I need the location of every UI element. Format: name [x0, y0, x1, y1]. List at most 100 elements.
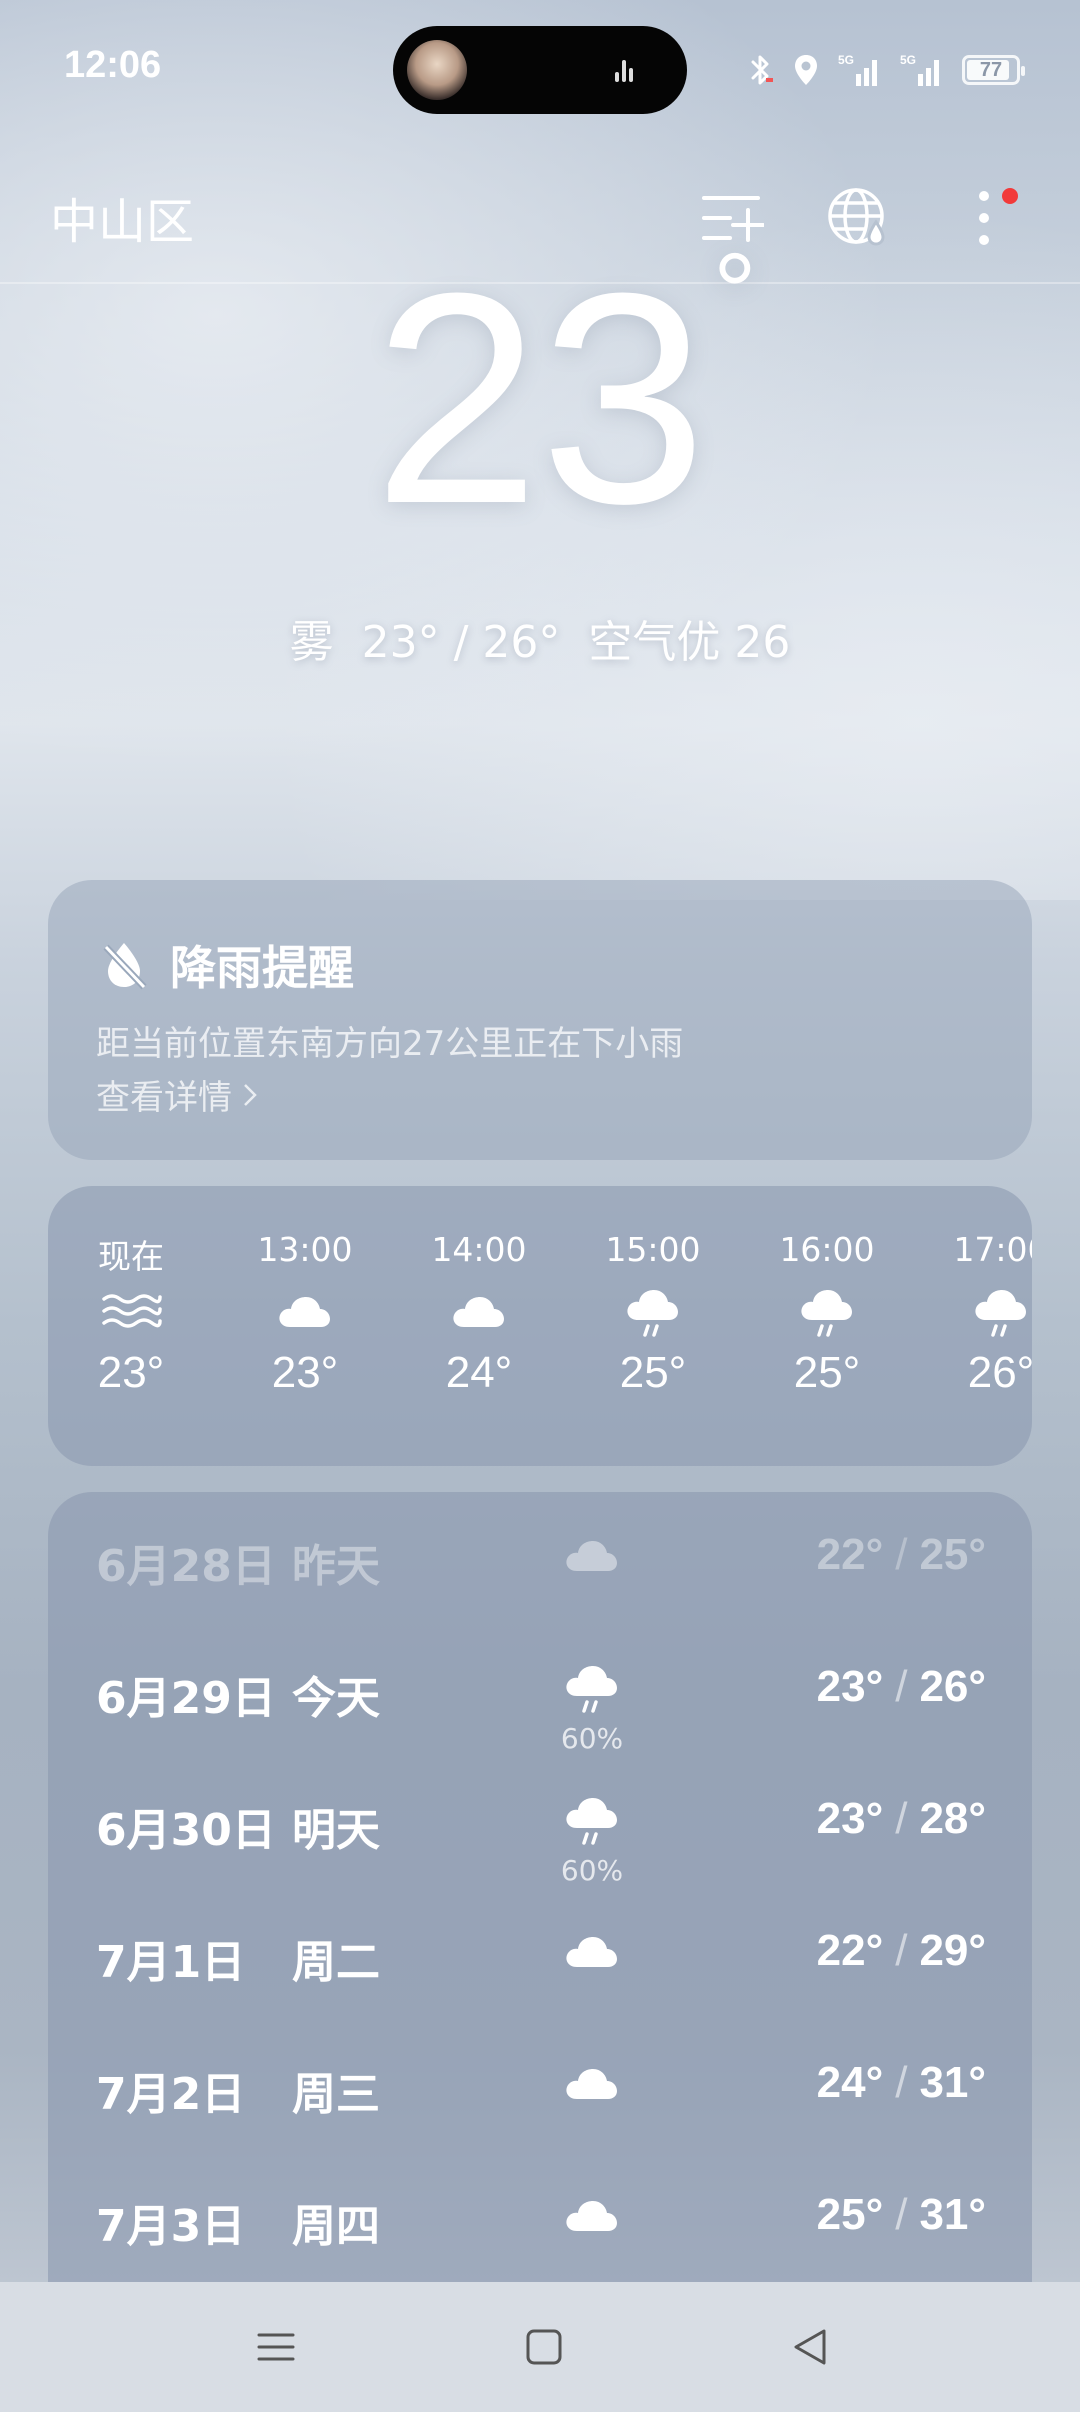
daily-date: 6月29日: [96, 1673, 276, 1724]
light-rain-icon: [752, 1274, 902, 1348]
hourly-forecast-card[interactable]: 现在 23° 13:00 23° 14:00 24° 15:00 25° 16:00 25° 17:…: [48, 1186, 1032, 1466]
current-temperature-value: 23: [373, 230, 707, 566]
temp-low: 23°: [816, 1662, 884, 1711]
light-rain-icon: [552, 1784, 632, 1854]
temp-high: 28°: [919, 1794, 986, 1843]
temp-high: 29°: [919, 1926, 986, 1975]
temp-range: 22°/25°: [817, 1530, 986, 1580]
hourly-temp: 25°: [793, 1348, 861, 1397]
battery-icon: 77: [962, 55, 1025, 85]
home-icon: [526, 2329, 562, 2365]
dynamic-island[interactable]: [393, 26, 687, 114]
cloudy-icon: [552, 2180, 632, 2250]
range-separator: /: [895, 1530, 908, 1579]
cloudy-icon: [230, 1274, 380, 1348]
temp-range: 25°/31°: [817, 2190, 986, 2240]
rain-alert-card[interactable]: 降雨提醒 距当前位置东南方向27公里正在下小雨 查看详情: [48, 880, 1032, 1160]
range-separator: /: [895, 2190, 908, 2239]
view-details-link[interactable]: 查看详情: [96, 1070, 258, 1119]
hourly-time: 14:00: [431, 1230, 527, 1269]
menu-icon: [257, 2333, 295, 2361]
hourly-temp: 23°: [97, 1348, 165, 1397]
battery-level: 77: [979, 58, 1003, 81]
daily-row[interactable]: 6月29日 今天 60% 23°/26°: [48, 1634, 1032, 1755]
current-temperature: 23 °: [0, 238, 1080, 549]
chevron-right-icon: [244, 1083, 257, 1106]
hourly-item: 16:00 25°: [752, 1230, 902, 1398]
view-details-label: 查看详情: [96, 1078, 232, 1118]
hourly-temp: 24°: [445, 1348, 513, 1397]
no-rain-drop-icon: [103, 943, 147, 990]
light-rain-icon: [926, 1274, 1032, 1348]
daily-date: 7月3日: [96, 2201, 246, 2252]
audio-bars-icon: [615, 60, 635, 82]
globe-weather-button[interactable]: [818, 178, 898, 258]
daily-row[interactable]: 7月1日 周二 22°/29°: [48, 1898, 1032, 2018]
daily-row[interactable]: 6月30日 明天 60% 23°/28°: [48, 1766, 1032, 1887]
temp-low: 24°: [816, 2058, 884, 2107]
daily-weekday: 周二: [292, 1937, 380, 1988]
back-button[interactable]: [770, 2312, 850, 2382]
daily-row[interactable]: 7月2日 周三 24°/31°: [48, 2030, 1032, 2150]
hourly-temp: 26°: [967, 1348, 1032, 1397]
rain-alert-description: 距当前位置东南方向27公里正在下小雨: [96, 1024, 684, 1064]
cloudy-icon: [404, 1274, 554, 1348]
cloudy-icon: [552, 1520, 632, 1590]
hourly-item: 15:00 25°: [578, 1230, 728, 1398]
temp-high: 26°: [919, 1662, 986, 1711]
home-button[interactable]: [504, 2312, 584, 2382]
system-navigation-bar: [0, 2282, 1080, 2412]
hourly-time: 15:00: [605, 1230, 701, 1269]
degree-symbol: °: [712, 231, 757, 354]
daily-forecast-card[interactable]: 6月28日 昨天 22°/25° 6月29日 今天 60% 23°/26° 6月30日 明天 60…: [48, 1492, 1032, 2282]
temp-range: 24°/31°: [817, 2058, 986, 2108]
daily-date: 6月28日: [96, 1541, 276, 1592]
bluetooth-icon: [748, 52, 774, 88]
daily-weekday: 周三: [292, 2069, 380, 2120]
hourly-item: 13:00 23°: [230, 1230, 380, 1398]
notification-dot: [1002, 188, 1018, 204]
daily-row[interactable]: 6月28日 昨天 22°/25°: [48, 1502, 1032, 1622]
svg-text:5G: 5G: [838, 53, 854, 67]
hourly-item: 17:00 26°: [926, 1230, 1032, 1398]
hourly-time: 17:00: [953, 1230, 1032, 1269]
hourly-item: 现在 23°: [56, 1230, 206, 1398]
status-icons: 5G 5G 77: [748, 50, 1025, 90]
cloudy-icon: [552, 2048, 632, 2118]
hourly-temp: 23°: [271, 1348, 339, 1397]
hourly-temp: 25°: [619, 1348, 687, 1397]
range-separator: /: [895, 1662, 908, 1711]
cloudy-icon: [552, 1916, 632, 1986]
daily-row[interactable]: 7月3日 周四 25°/31°: [48, 2162, 1032, 2282]
hourly-item: 14:00 24°: [404, 1230, 554, 1398]
temp-low: 22°: [816, 1926, 884, 1975]
back-icon: [794, 2329, 826, 2365]
city-name[interactable]: 中山区: [50, 182, 194, 252]
menu-button[interactable]: [236, 2312, 316, 2382]
range-separator: /: [895, 1926, 908, 1975]
signal-5g-icon-2: 5G: [900, 52, 944, 88]
hourly-time: 现在: [98, 1237, 164, 1276]
temp-high: 31°: [919, 2058, 986, 2107]
hourly-time: 13:00: [257, 1230, 353, 1269]
temp-range: 22°/29°: [817, 1926, 986, 1976]
precip-probability: 60%: [560, 1722, 624, 1755]
avatar: [407, 40, 467, 100]
temp-range: 23°/26°: [817, 1662, 986, 1712]
status-time: 12:06: [64, 44, 162, 86]
temp-low: 23°: [816, 1794, 884, 1843]
daily-weekday: 今天: [292, 1673, 380, 1724]
daily-date: 7月2日: [96, 2069, 246, 2120]
temp-high: 25°: [919, 1530, 986, 1579]
fog-icon: [56, 1274, 206, 1348]
daily-date: 7月1日: [96, 1937, 246, 1988]
temp-high: 31°: [919, 2190, 986, 2239]
more-options-button[interactable]: [944, 178, 1024, 258]
range-separator: /: [895, 2058, 908, 2107]
temp-range: 23°/28°: [817, 1794, 986, 1844]
svg-text:5G: 5G: [900, 53, 916, 67]
globe-weather-icon: [828, 188, 885, 246]
daily-weekday: 昨天: [292, 1541, 380, 1592]
daily-date: 6月30日: [96, 1805, 276, 1856]
location-icon: [792, 52, 820, 88]
